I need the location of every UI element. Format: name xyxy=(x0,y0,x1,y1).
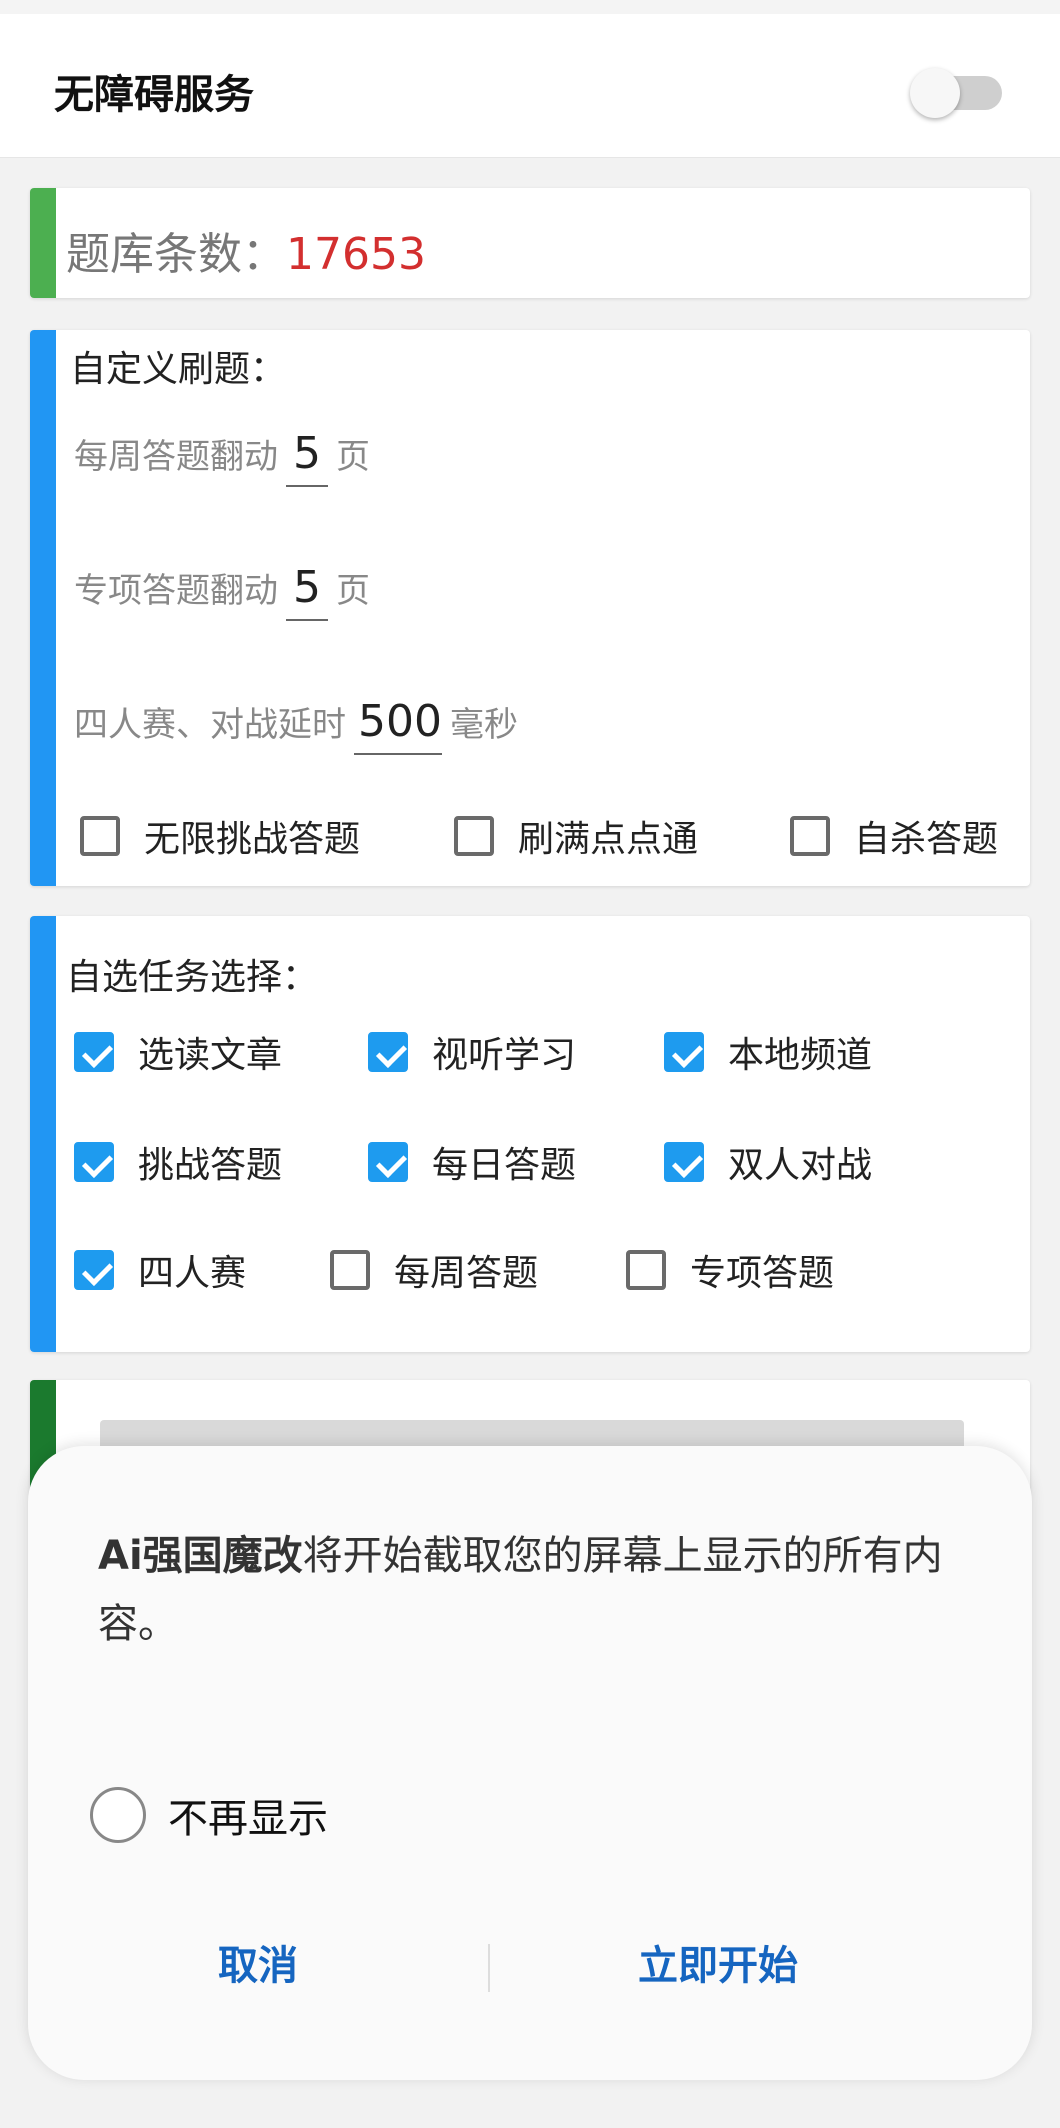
weekly-unit: 页 xyxy=(336,437,370,477)
task-four-player[interactable]: 四人赛 xyxy=(74,1244,246,1296)
screen-capture-dialog: Ai强国魔改将开始截取您的屏幕上显示的所有内容。 不再显示 取消 立即开始 xyxy=(28,1446,1032,2080)
weekly-field: 每周答题翻动 5 页 xyxy=(74,428,370,487)
checkbox-label: 自杀答题 xyxy=(854,819,999,860)
task-read-articles[interactable]: 选读文章 xyxy=(74,1026,282,1078)
checkbox-box xyxy=(454,816,494,856)
custom-settings-card: 自定义刷题： 每周答题翻动 5 页 专项答题翻动 5 页 四人赛、对战延时 500 毫秒 无… xyxy=(30,330,1030,886)
checkbox-box-checked xyxy=(368,1142,408,1182)
question-bank-count: 17653 xyxy=(286,229,426,280)
dont-show-again-option[interactable]: 不再显示 xyxy=(90,1786,328,1844)
green-accent-bar xyxy=(30,188,56,298)
delay-field: 四人赛、对战延时 500 毫秒 xyxy=(74,696,518,755)
task-local-channel[interactable]: 本地频道 xyxy=(664,1026,872,1078)
checkbox-box xyxy=(330,1250,370,1290)
task-weekly-answer[interactable]: 每周答题 xyxy=(330,1244,538,1296)
accessibility-title: 无障碍服务 xyxy=(54,72,254,118)
task-selection-card: 自选任务选择： 选读文章 视听学习 本地频道 挑战答题 每日答题 双人对战 四人… xyxy=(30,916,1030,1352)
task-label: 挑战答题 xyxy=(138,1145,283,1186)
start-now-button[interactable]: 立即开始 xyxy=(568,1926,868,2006)
blue-accent-bar xyxy=(30,916,56,1352)
task-audio-video[interactable]: 视听学习 xyxy=(368,1026,576,1078)
question-bank-text: 题库条数： xyxy=(66,229,286,280)
task-label: 选读文章 xyxy=(138,1035,283,1076)
dialog-message: Ai强国魔改将开始截取您的屏幕上显示的所有内容。 xyxy=(98,1522,978,1658)
button-divider xyxy=(488,1944,490,1992)
special-label: 专项答题翻动 xyxy=(74,571,278,611)
accessibility-switch[interactable] xyxy=(910,66,1004,118)
checkbox-label: 刷满点点通 xyxy=(518,819,699,860)
task-label: 四人赛 xyxy=(138,1253,247,1294)
checkbox-label: 无限挑战答题 xyxy=(144,819,361,860)
checkbox-box xyxy=(80,816,120,856)
task-label: 本地频道 xyxy=(728,1035,873,1076)
task-label: 视听学习 xyxy=(432,1035,577,1076)
task-two-player-battle[interactable]: 双人对战 xyxy=(664,1136,872,1188)
checkbox-box xyxy=(790,816,830,856)
checkbox-fill-points[interactable]: 刷满点点通 xyxy=(454,810,698,862)
special-input[interactable]: 5 xyxy=(286,562,328,621)
checkbox-box xyxy=(626,1250,666,1290)
dialog-app-name: Ai强国魔改 xyxy=(98,1533,303,1579)
special-unit: 页 xyxy=(336,571,370,611)
checkbox-box-checked xyxy=(74,1142,114,1182)
checkbox-box-checked xyxy=(368,1032,408,1072)
checkbox-box-checked xyxy=(664,1142,704,1182)
checkbox-infinite-challenge[interactable]: 无限挑战答题 xyxy=(80,810,360,862)
radio-button[interactable] xyxy=(90,1787,146,1843)
checkbox-suicide-answer[interactable]: 自杀答题 xyxy=(790,810,998,862)
blue-accent-bar xyxy=(30,330,56,886)
task-daily-answer[interactable]: 每日答题 xyxy=(368,1136,576,1188)
cancel-button[interactable]: 取消 xyxy=(148,1926,368,2006)
task-label: 专项答题 xyxy=(690,1253,835,1294)
task-label: 每日答题 xyxy=(432,1145,577,1186)
checkbox-box-checked xyxy=(664,1032,704,1072)
delay-input[interactable]: 500 xyxy=(354,696,442,755)
task-special-answer[interactable]: 专项答题 xyxy=(626,1244,834,1296)
question-bank-card: 题库条数：17653 xyxy=(30,188,1030,298)
tasks-section-title: 自选任务选择： xyxy=(66,957,319,998)
custom-section-title: 自定义刷题： xyxy=(70,349,287,390)
weekly-input[interactable]: 5 xyxy=(286,428,328,487)
special-field: 专项答题翻动 5 页 xyxy=(74,562,370,621)
switch-thumb xyxy=(910,68,960,118)
checkbox-box-checked xyxy=(74,1032,114,1072)
delay-unit: 毫秒 xyxy=(450,705,518,745)
task-label: 每周答题 xyxy=(394,1253,539,1294)
delay-label: 四人赛、对战延时 xyxy=(74,705,346,745)
checkbox-box-checked xyxy=(74,1250,114,1290)
dont-show-again-label: 不再显示 xyxy=(168,1796,328,1842)
task-challenge-answer[interactable]: 挑战答题 xyxy=(74,1136,282,1188)
question-bank-label: 题库条数：17653 xyxy=(66,218,426,282)
weekly-label: 每周答题翻动 xyxy=(74,437,278,477)
task-label: 双人对战 xyxy=(728,1145,873,1186)
accessibility-header: 无障碍服务 xyxy=(0,0,1060,158)
